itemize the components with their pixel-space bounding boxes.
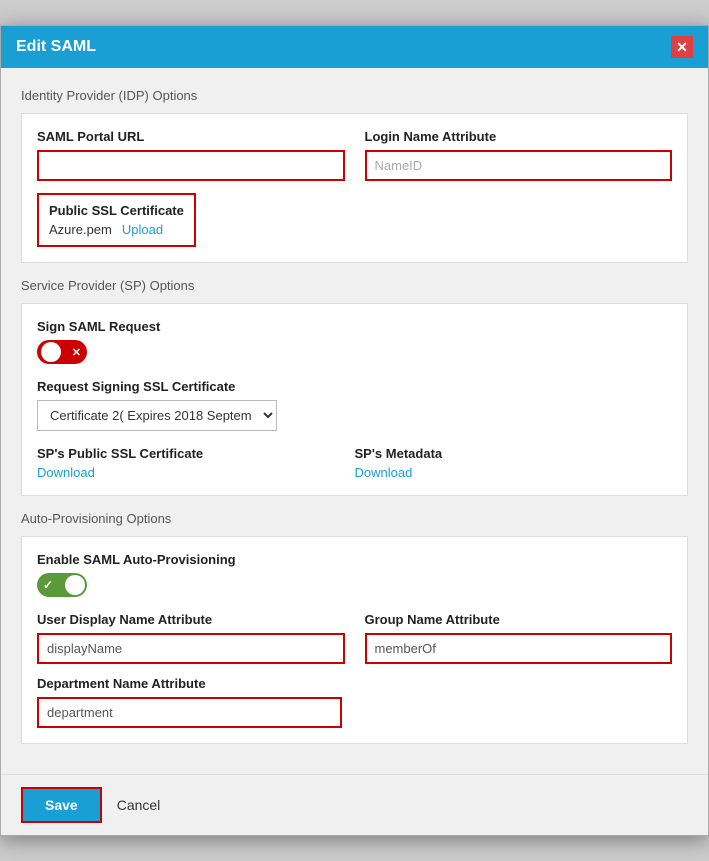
modal-header: Edit SAML ✕ <box>1 26 708 68</box>
request-signing-ssl-row: Certificate 2( Expires 2018 September ) <box>37 400 672 431</box>
user-display-name-input[interactable] <box>37 633 345 664</box>
sp-public-ssl-label: SP's Public SSL Certificate <box>37 446 355 461</box>
public-ssl-cert-label: Public SSL Certificate <box>49 203 184 218</box>
login-name-attribute-label: Login Name Attribute <box>365 129 673 144</box>
sp-section-title: Service Provider (SP) Options <box>21 278 688 293</box>
saml-portal-url-label: SAML Portal URL <box>37 129 345 144</box>
saml-portal-url-input[interactable] <box>37 150 345 181</box>
sp-metadata-col: SP's Metadata Download <box>355 446 673 480</box>
sign-saml-label: Sign SAML Request <box>37 319 672 334</box>
modal-footer: Save Cancel <box>1 774 708 835</box>
sp-links-row: SP's Public SSL Certificate Download SP'… <box>37 446 672 480</box>
group-name-input[interactable] <box>365 633 673 664</box>
sign-saml-toggle[interactable]: ✕ <box>37 340 87 364</box>
edit-saml-modal: Edit SAML ✕ Identity Provider (IDP) Opti… <box>0 25 709 836</box>
user-display-name-col: User Display Name Attribute <box>37 612 345 664</box>
modal-title: Edit SAML <box>16 38 96 56</box>
toggle-on-icon: ✓ <box>43 578 53 592</box>
idp-top-row: SAML Portal URL Login Name Attribute <box>37 129 672 181</box>
user-display-name-label: User Display Name Attribute <box>37 612 345 627</box>
modal-body: Identity Provider (IDP) Options SAML Por… <box>1 68 708 774</box>
enable-saml-label: Enable SAML Auto-Provisioning <box>37 552 672 567</box>
group-name-col: Group Name Attribute <box>365 612 673 664</box>
toggle-knob <box>41 342 61 362</box>
sp-public-ssl-col: SP's Public SSL Certificate Download <box>37 446 355 480</box>
login-name-attribute-input[interactable] <box>365 150 673 181</box>
group-name-label: Group Name Attribute <box>365 612 673 627</box>
department-name-input[interactable] <box>37 697 342 728</box>
auto-provision-title: Auto-Provisioning Options <box>21 511 688 526</box>
sign-saml-toggle-container: ✕ <box>37 340 672 364</box>
saml-portal-url-col: SAML Portal URL <box>37 129 345 181</box>
login-name-attribute-col: Login Name Attribute <box>365 129 673 181</box>
enable-saml-toggle[interactable]: ✓ <box>37 573 87 597</box>
idp-section-box: SAML Portal URL Login Name Attribute Pub… <box>21 113 688 263</box>
cert-filename: Azure.pem <box>49 222 112 237</box>
public-ssl-cert-box: Public SSL Certificate Azure.pem Upload <box>37 193 196 247</box>
auto-provision-box: Enable SAML Auto-Provisioning ✓ User Dis… <box>21 536 688 744</box>
sp-section-box: Sign SAML Request ✕ Request Signing SSL … <box>21 303 688 496</box>
department-name-col: Department Name Attribute <box>37 676 342 728</box>
idp-section-title: Identity Provider (IDP) Options <box>21 88 688 103</box>
request-signing-ssl-select[interactable]: Certificate 2( Expires 2018 September ) <box>37 400 277 431</box>
request-signing-ssl-label: Request Signing SSL Certificate <box>37 379 672 394</box>
cancel-button[interactable]: Cancel <box>117 797 161 813</box>
save-button[interactable]: Save <box>21 787 102 823</box>
upload-link[interactable]: Upload <box>122 222 163 237</box>
sp-public-ssl-download[interactable]: Download <box>37 465 95 480</box>
sp-metadata-download[interactable]: Download <box>355 465 413 480</box>
toggle-off-icon: ✕ <box>72 346 81 359</box>
sp-metadata-label: SP's Metadata <box>355 446 673 461</box>
close-button[interactable]: ✕ <box>671 36 693 58</box>
department-name-label: Department Name Attribute <box>37 676 342 691</box>
toggle-on-knob <box>65 575 85 595</box>
display-group-row: User Display Name Attribute Group Name A… <box>37 612 672 664</box>
cert-row: Azure.pem Upload <box>49 222 184 237</box>
enable-saml-toggle-container: ✓ <box>37 573 672 597</box>
